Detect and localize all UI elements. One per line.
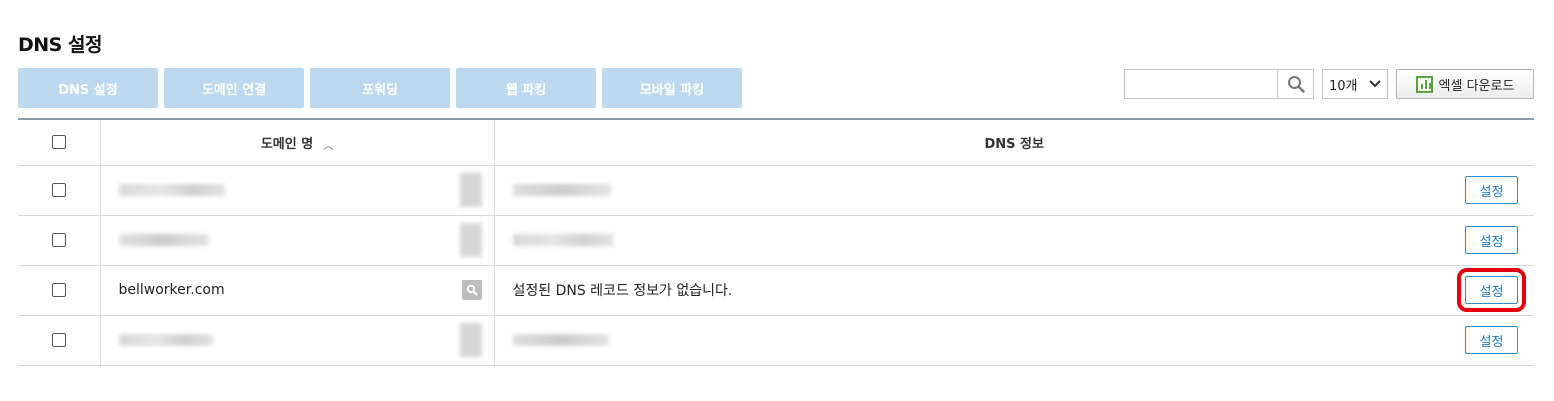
table-row: bellworker.com 설정된 DNS 레코드 정보가 없습니다. 설정 bbox=[18, 265, 1534, 316]
domain-cell: bellworker.com bbox=[100, 265, 495, 316]
page-size-select[interactable]: 10개 bbox=[1322, 69, 1388, 99]
redacted-lookup-icon bbox=[459, 173, 482, 207]
setting-button[interactable]: 설정 bbox=[1465, 176, 1518, 204]
chevron-down-icon bbox=[1369, 80, 1381, 88]
search-input[interactable] bbox=[1125, 70, 1277, 98]
table-row: 설정 bbox=[18, 315, 1534, 366]
redacted-lookup-icon bbox=[459, 223, 482, 257]
row-checkbox[interactable] bbox=[51, 283, 66, 297]
magnifier-icon bbox=[466, 284, 477, 296]
redacted-lookup-icon bbox=[459, 323, 482, 357]
setting-button[interactable]: 설정 bbox=[1465, 226, 1518, 254]
dns-info-cell: 설정된 DNS 레코드 정보가 없습니다. 설정 bbox=[494, 265, 1534, 316]
row-checkbox[interactable] bbox=[51, 333, 66, 347]
redacted-domain bbox=[118, 234, 209, 246]
excel-download-label: 엑셀 다운로드 bbox=[1438, 78, 1515, 94]
header-dns-info-label: DNS 정보 bbox=[984, 136, 1044, 152]
redacted-domain bbox=[118, 334, 213, 346]
redacted-domain bbox=[118, 184, 225, 196]
domain-name: bellworker.com bbox=[118, 282, 225, 298]
domain-lookup-button[interactable] bbox=[461, 280, 482, 300]
header-check-cell bbox=[18, 118, 101, 166]
domain-cell bbox=[100, 165, 495, 216]
redacted-dns-info bbox=[512, 234, 613, 246]
search-box bbox=[1124, 69, 1314, 99]
tab-domain-connect[interactable]: 도메인 연결 bbox=[164, 68, 304, 108]
table-row: 설정 bbox=[18, 165, 1534, 216]
tab-mobile-parking[interactable]: 모바일 파킹 bbox=[602, 68, 742, 108]
row-check-cell bbox=[18, 215, 101, 266]
row-checkbox[interactable] bbox=[51, 233, 66, 247]
magnifier-icon bbox=[1287, 76, 1305, 93]
excel-chart-icon bbox=[1415, 75, 1433, 93]
domain-table: 도메인 명 ︿ DNS 정보 설정 설정 bellworker.com 설정된 … bbox=[18, 118, 1534, 366]
table-row: 설정 bbox=[18, 215, 1534, 266]
row-check-cell bbox=[18, 165, 101, 216]
redacted-dns-info bbox=[512, 184, 611, 196]
table-header-row: 도메인 명 ︿ DNS 정보 bbox=[18, 118, 1534, 166]
redacted-dns-info bbox=[512, 334, 609, 346]
domain-cell bbox=[100, 215, 495, 266]
domain-cell bbox=[100, 315, 495, 366]
select-all-checkbox[interactable] bbox=[51, 135, 66, 150]
header-domain-label: 도메인 명 bbox=[260, 136, 314, 152]
toolbar: 10개 엑셀 다운로드 bbox=[1124, 69, 1534, 99]
dns-info-cell: 설정 bbox=[494, 315, 1534, 366]
setting-button-highlighted[interactable]: 설정 bbox=[1457, 268, 1526, 312]
header-dns-info-cell: DNS 정보 bbox=[494, 118, 1534, 166]
row-check-cell bbox=[18, 265, 101, 316]
header-domain-cell[interactable]: 도메인 명 ︿ bbox=[100, 118, 495, 166]
setting-button[interactable]: 설정 bbox=[1465, 326, 1518, 354]
dns-info-text: 설정된 DNS 레코드 정보가 없습니다. bbox=[512, 283, 733, 299]
dns-info-cell: 설정 bbox=[494, 215, 1534, 266]
page-title: DNS 설정 bbox=[18, 34, 102, 56]
tab-forwarding[interactable]: 포워딩 bbox=[310, 68, 450, 108]
excel-download-button[interactable]: 엑셀 다운로드 bbox=[1396, 69, 1534, 99]
row-checkbox[interactable] bbox=[51, 183, 66, 197]
tab-bar: DNS 설정 도메인 연결 포워딩 웹 파킹 모바일 파킹 bbox=[18, 68, 742, 108]
tab-dns-settings[interactable]: DNS 설정 bbox=[18, 68, 158, 108]
tab-web-parking[interactable]: 웹 파킹 bbox=[456, 68, 596, 108]
search-button[interactable] bbox=[1277, 70, 1313, 98]
dns-info-cell: 설정 bbox=[494, 165, 1534, 216]
page-size-value: 10개 bbox=[1329, 78, 1358, 94]
row-check-cell bbox=[18, 315, 101, 366]
sort-ascending-icon[interactable]: ︿ bbox=[323, 137, 333, 152]
